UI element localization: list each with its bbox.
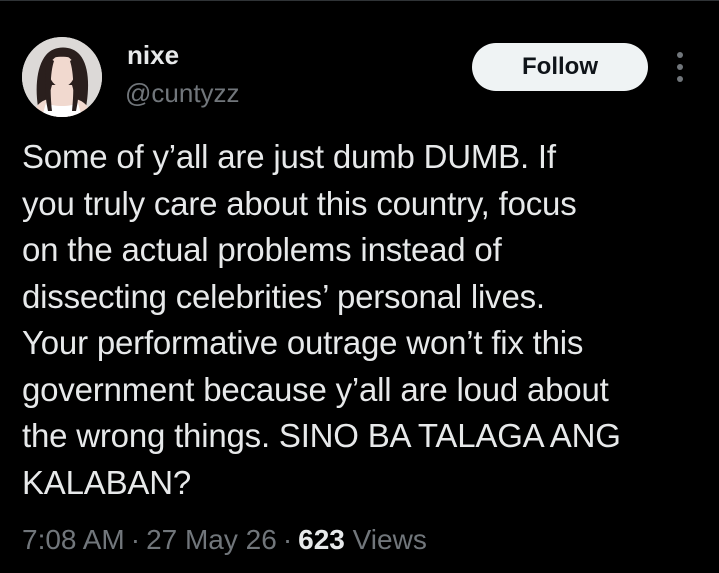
avatar[interactable]	[22, 37, 102, 117]
follow-button[interactable]: Follow	[472, 43, 648, 91]
tweet-date[interactable]: 27 May 26	[146, 524, 277, 555]
tweet-text: Some of y’all are just dumb DUMB. If you…	[22, 138, 621, 501]
views-label: Views	[352, 524, 427, 555]
tweet-time[interactable]: 7:08 AM	[22, 524, 125, 555]
views-count: 623	[298, 524, 345, 555]
more-vertical-icon[interactable]	[670, 52, 690, 82]
separator: ·	[130, 524, 141, 555]
author-handle[interactable]: @cuntyzz	[125, 78, 240, 108]
tweet: nixe @cuntyzz Follow Some of y’all are j…	[0, 0, 719, 573]
avatar-image	[22, 37, 102, 117]
tweet-metadata: 7:08 AM · 27 May 26 · 623 Views	[22, 522, 427, 558]
author-display-name[interactable]: nixe	[127, 40, 179, 70]
separator: ·	[282, 524, 293, 555]
